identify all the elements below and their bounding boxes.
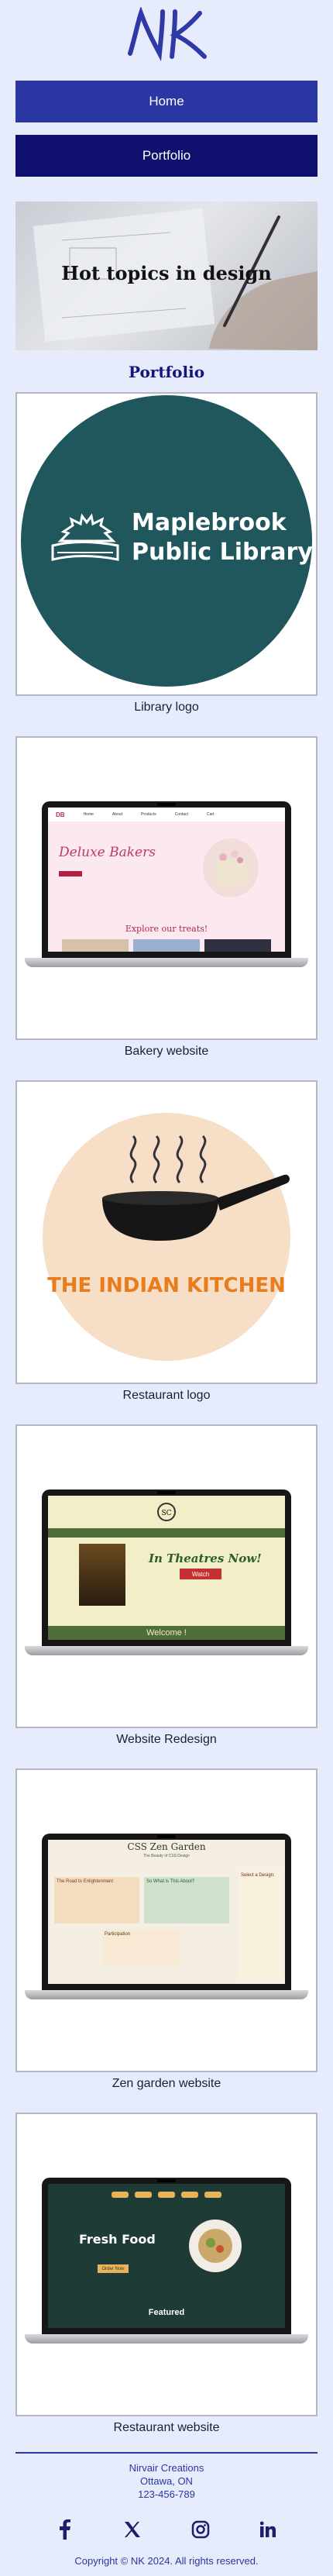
site-logo[interactable]: NK: [0, 0, 333, 68]
zen-site-title: CSS Zen Garden: [127, 1841, 206, 1852]
facebook-icon[interactable]: [53, 2518, 77, 2541]
bakery-nav-item: Contact: [174, 812, 188, 817]
portfolio-caption: Restaurant website: [113, 2421, 220, 2434]
restaurant-headline: Fresh Food: [79, 2232, 156, 2247]
nav-portfolio-label: Portfolio: [142, 148, 191, 163]
food-plate-image: [189, 2220, 242, 2272]
redesign-welcome: Welcome !: [48, 1626, 285, 1640]
coffee-brand-icon: SC: [157, 1503, 176, 1521]
instagram-icon[interactable]: [189, 2518, 212, 2541]
footer-location: Ottawa, ON: [140, 2475, 193, 2487]
copyright-text: Copyright © NK 2024. All rights reserved…: [74, 2555, 259, 2567]
hero-title: Hot topics in design: [61, 262, 272, 284]
bakery-nav-item: Cart: [206, 812, 215, 817]
cake-image: [203, 839, 259, 897]
footer-company-name: Nirvair Creations: [129, 2462, 204, 2474]
portfolio-caption: Library logo: [134, 701, 199, 714]
zen-column-heading: So What is This About?: [146, 1879, 195, 1884]
footer-contact: Nirvair Creations Ottawa, ON 123-456-789: [0, 2461, 333, 2501]
laptop-mockup: CSS Zen Garden The Beauty of CSS Design …: [25, 1834, 308, 1999]
bakery-tagline: Explore our treats!: [125, 924, 208, 934]
portfolio-card-restaurant-logo[interactable]: THE INDIAN KITCHEN: [15, 1080, 318, 1384]
portfolio-card-restaurant-website[interactable]: Fresh Food Order Now Featured: [15, 2113, 318, 2416]
nav-portfolio-button[interactable]: Portfolio: [15, 135, 318, 177]
bakery-nav-item: Products: [140, 812, 156, 817]
laptop-mockup: DB Home About Products Contact Cart Delu…: [25, 801, 308, 967]
portfolio-card-library-logo[interactable]: Maplebrook Public Library: [15, 392, 318, 696]
nav-home-button[interactable]: Home: [15, 81, 318, 122]
portfolio-heading: Portfolio: [128, 363, 205, 381]
portfolio-caption: Zen garden website: [112, 2077, 221, 2090]
portfolio-caption: Restaurant logo: [122, 1389, 211, 1402]
library-name-line1: Maplebrook: [132, 509, 287, 536]
nk-logo-icon: [128, 7, 207, 61]
zen-subtitle: The Beauty of CSS Design: [143, 1854, 190, 1858]
laptop-mockup: SC In Theatres Now! Watch Welcome !: [25, 1489, 308, 1655]
zen-column-heading: The Road to Enlightenment: [57, 1879, 114, 1884]
footer-phone: 123-456-789: [138, 2488, 195, 2500]
redesign-headline: In Theatres Now!: [149, 1551, 262, 1565]
indian-kitchen-logo-image: [43, 1113, 290, 1361]
restaurant-featured: Featured: [148, 2308, 185, 2317]
svg-text:SC: SC: [161, 1510, 171, 1517]
portfolio-caption: Website Redesign: [116, 1733, 217, 1746]
zen-column-heading: Participation: [105, 1932, 131, 1937]
x-icon[interactable]: [121, 2518, 144, 2541]
hero-banner: Hot topics in design: [15, 201, 318, 350]
bakery-nav-item: Home: [83, 812, 94, 817]
indian-kitchen-brand: THE INDIAN KITCHEN: [47, 1274, 286, 1297]
footer-divider: [15, 2452, 318, 2454]
linkedin-icon[interactable]: [256, 2518, 280, 2541]
portfolio-card-zen-garden[interactable]: CSS Zen Garden The Beauty of CSS Design …: [15, 1768, 318, 2072]
library-name-line2: Public Library: [132, 539, 313, 566]
restaurant-cta: Order Now: [98, 2264, 129, 2273]
bakery-nav-item: About: [112, 812, 122, 817]
zen-sidebar-heading: Select a Design:: [241, 1873, 275, 1878]
portfolio-card-website-redesign[interactable]: SC In Theatres Now! Watch Welcome !: [15, 1424, 318, 1728]
bakery-site-title: Deluxe Bakers: [59, 845, 156, 860]
nav-home-label: Home: [149, 94, 184, 108]
portfolio-card-bakery-website[interactable]: DB Home About Products Contact Cart Delu…: [15, 736, 318, 1040]
redesign-cta: Watch: [180, 1569, 221, 1579]
portfolio-caption: Bakery website: [124, 1045, 209, 1058]
social-links: [31, 2518, 302, 2541]
laptop-mockup: Fresh Food Order Now Featured: [25, 2178, 308, 2344]
